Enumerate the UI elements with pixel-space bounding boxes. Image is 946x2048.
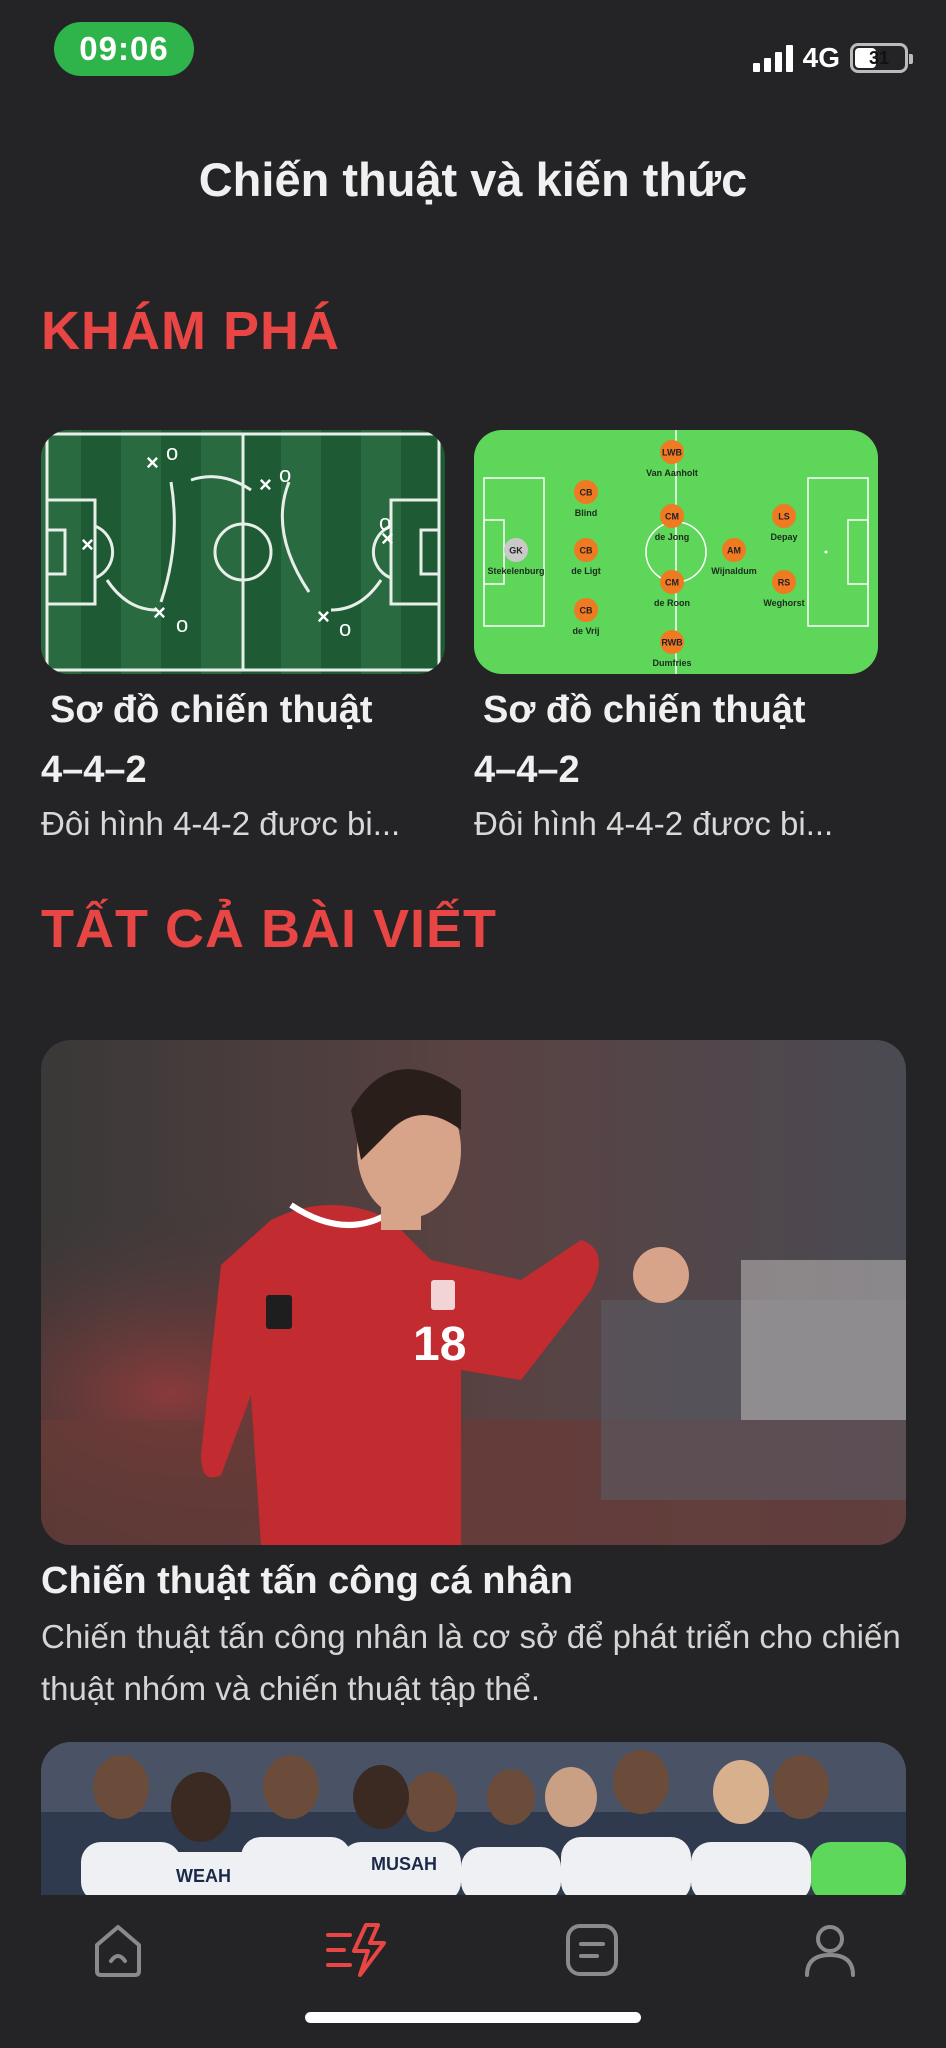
tab-tactics[interactable] bbox=[316, 1915, 396, 1985]
svg-text:o: o bbox=[339, 616, 351, 641]
svg-text:LS: LS bbox=[778, 512, 790, 522]
svg-text:RS: RS bbox=[778, 578, 791, 588]
svg-text:o: o bbox=[176, 612, 188, 637]
shirt-number: 18 bbox=[413, 1318, 466, 1371]
formation-player: CB de Vrij bbox=[572, 598, 600, 636]
svg-text:o: o bbox=[379, 510, 391, 535]
status-indicators: 4G 31 bbox=[752, 40, 913, 76]
svg-text:×: × bbox=[153, 600, 166, 625]
svg-text:de Vrij: de Vrij bbox=[572, 626, 599, 636]
svg-text:RWB: RWB bbox=[661, 638, 683, 648]
svg-text:Depay: Depay bbox=[770, 532, 797, 542]
svg-text:×: × bbox=[259, 472, 272, 497]
shirt-name: MUSAH bbox=[371, 1854, 437, 1874]
shirt-name: WEAH bbox=[176, 1866, 231, 1886]
tactics-board-image: × × o × o × o × o ×o bbox=[41, 430, 445, 674]
svg-text:Weghorst: Weghorst bbox=[763, 598, 804, 608]
svg-text:×: × bbox=[317, 604, 330, 629]
signal-icon bbox=[752, 44, 793, 72]
svg-text:Wijnaldum: Wijnaldum bbox=[711, 566, 756, 576]
tab-news[interactable] bbox=[552, 1915, 632, 1985]
home-indicator bbox=[305, 2012, 641, 2023]
tab-bar bbox=[0, 1895, 946, 2048]
article-description: Chiến thuật tấn công nhân là cơ sở để ph… bbox=[41, 1618, 901, 1707]
svg-text:Van Aanholt: Van Aanholt bbox=[646, 468, 698, 478]
tab-home[interactable] bbox=[78, 1915, 158, 1985]
card-description: Đôi hình 4-4-2 đươc bi... bbox=[474, 805, 834, 842]
tab-profile[interactable] bbox=[790, 1915, 870, 1985]
battery-icon: 31 bbox=[850, 43, 913, 73]
svg-text:CB: CB bbox=[580, 606, 593, 616]
svg-text:de Jong: de Jong bbox=[655, 532, 690, 542]
news-icon bbox=[566, 1924, 618, 1976]
player-photo: 18 bbox=[41, 1040, 906, 1545]
page-title: Chiến thuật và kiến thức bbox=[198, 153, 748, 206]
card-title: Sơ đồ chiến thuật 4–4–2 bbox=[41, 689, 373, 791]
home-icon bbox=[95, 1925, 141, 1977]
svg-text:CM: CM bbox=[665, 512, 679, 522]
svg-text:Blind: Blind bbox=[575, 508, 598, 518]
card-description: Đôi hình 4-4-2 đươc bi... bbox=[41, 805, 401, 842]
team-photo: WEAH MUSAH bbox=[41, 1742, 906, 1902]
article-item[interactable]: 18 Chiến thuật tấn công cá nhân Chiến th… bbox=[41, 1040, 906, 1715]
svg-text:de Ligt: de Ligt bbox=[571, 566, 601, 576]
formation-diagram-image: LWB Van Aanholt CB Blind GK Stekelenburg CB de … bbox=[474, 430, 878, 674]
network-label: 4G bbox=[802, 42, 840, 73]
svg-text:LWB: LWB bbox=[662, 448, 682, 458]
status-time: 09:06 bbox=[54, 22, 194, 76]
article-title: Chiến thuật tấn công cá nhân bbox=[41, 1560, 574, 1602]
battery-level: 31 bbox=[868, 47, 890, 68]
formation-player: LS Depay bbox=[770, 504, 798, 542]
articles-heading: TẤT CẢ BÀI VIẾT bbox=[41, 899, 497, 959]
tactics-icon bbox=[326, 1923, 386, 1977]
explore-card[interactable]: × × o × o × o × o × o Sơ đồ chiến thuật 4–4–2… bbox=[41, 430, 445, 848]
svg-text:Dumfries: Dumfries bbox=[652, 658, 691, 668]
svg-text:GK: GK bbox=[509, 546, 523, 556]
explore-heading: KHÁM PHÁ bbox=[41, 301, 340, 361]
svg-text:×: × bbox=[81, 532, 94, 557]
svg-text:CM: CM bbox=[665, 578, 679, 588]
svg-text:AM: AM bbox=[727, 546, 741, 556]
explore-card[interactable]: LWB Van Aanholt CB Blind GK Stekelenburg CB de … bbox=[474, 430, 878, 848]
card-title: Sơ đồ chiến thuật 4–4–2 bbox=[474, 689, 806, 791]
svg-text:o: o bbox=[166, 440, 178, 465]
svg-text:Stekelenburg: Stekelenburg bbox=[487, 566, 544, 576]
article-item[interactable]: WEAH MUSAH bbox=[41, 1742, 906, 1902]
svg-text:de Roon: de Roon bbox=[654, 598, 690, 608]
svg-text:CB: CB bbox=[580, 546, 593, 556]
profile-icon bbox=[805, 1925, 855, 1977]
svg-text:CB: CB bbox=[580, 488, 593, 498]
screen: 09:06 4G 31 Chiến thuật và kiến thức KHÁ… bbox=[0, 0, 946, 2048]
formation-player: CB Blind bbox=[574, 480, 598, 518]
svg-text:o: o bbox=[279, 462, 291, 487]
svg-text:×: × bbox=[146, 450, 159, 475]
